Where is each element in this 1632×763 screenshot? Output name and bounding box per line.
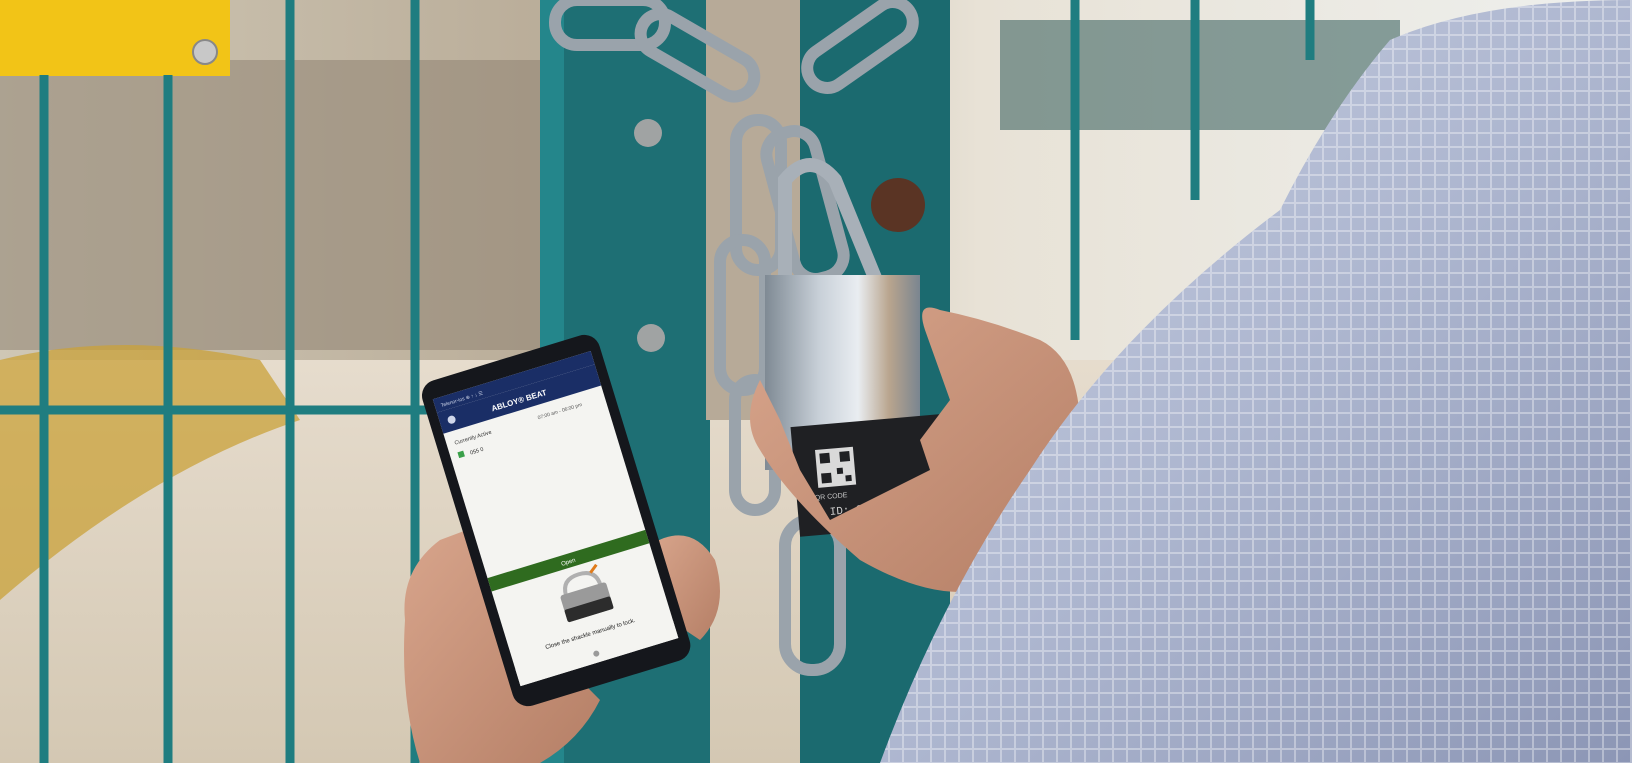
sign-bolt — [192, 39, 218, 65]
padlock-qr-code — [815, 446, 857, 488]
yellow-sign — [0, 0, 230, 76]
photo-scene: QR CODE ID: 00000KHO Telenor-ios ⊕ ↑ ↓ ☰… — [0, 0, 1632, 763]
building-wall — [0, 60, 540, 350]
post-bolt-1 — [634, 119, 662, 147]
post-hole — [871, 178, 925, 232]
post-bolt-2 — [637, 324, 665, 352]
